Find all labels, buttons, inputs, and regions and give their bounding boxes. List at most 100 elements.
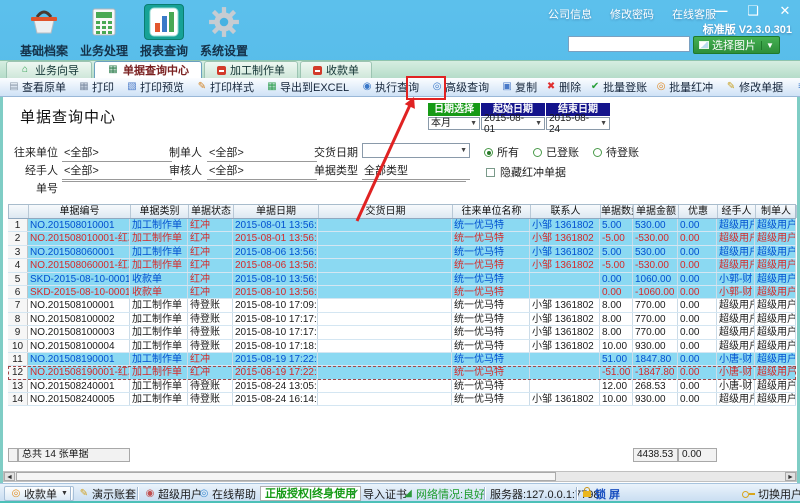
cell-bill-no[interactable]: NO.201508100002 [28,313,130,325]
cell-handler[interactable]: 超级用户 [717,299,755,311]
column-header[interactable] [9,205,29,218]
table-row[interactable]: 5 SKD-2015-08-10-0001 收款单 红冲 2015-08-10 … [8,273,796,286]
cell-bill-status[interactable]: 红冲 [188,259,233,271]
cell-bill-no[interactable]: SKD-2015-08-10-0001 [28,273,130,285]
cell-quantity[interactable]: 12.00 [600,380,633,392]
cell-bill-no[interactable]: NO.201508100004 [28,340,130,352]
cell-delivery-date[interactable] [318,366,452,378]
cell-delivery-date[interactable] [318,313,452,325]
column-header[interactable]: 往来单位名称 [453,205,531,218]
cell-amount[interactable]: -1060.00 [633,286,678,298]
cell-bill-status[interactable]: 待登账 [188,299,233,311]
cell-handler[interactable]: 超级用户 [717,219,755,231]
receipt-bill-button[interactable]: 收款单 ▼ [4,486,74,501]
tab-business-wizard[interactable]: 业务向导 [6,61,92,78]
column-header[interactable]: 单据编号 [29,205,131,218]
cell-partner[interactable]: 统一优马特 [452,353,530,365]
cell-partner[interactable]: 统一优马特 [452,246,530,258]
export-excel-button[interactable]: 导出到EXCEL [262,79,353,96]
cell-bill-type[interactable]: 加工制作单 [130,366,188,378]
cell-partner[interactable]: 统一优马特 [452,380,530,392]
column-header[interactable]: 单据类别 [131,205,189,218]
cell-maker[interactable]: 超级用户 [755,286,796,298]
cell-bill-status[interactable]: 待登账 [188,393,233,405]
cell-quantity[interactable]: -5.00 [600,232,633,244]
cell-bill-no[interactable]: NO.201508100003 [28,326,130,338]
cell-contact[interactable] [530,286,600,298]
cell-quantity[interactable]: 5.00 [600,219,633,231]
cell-maker[interactable]: 超级用户 [755,326,796,338]
cell-amount[interactable]: 770.00 [633,326,678,338]
nav-report-query[interactable]: 报表查询 [134,4,194,59]
cell-discount[interactable]: 0.00 [678,246,717,258]
cell-handler[interactable]: 超级用户 [717,232,755,244]
print-button[interactable]: 打印 [74,79,118,96]
chevron-down-icon[interactable]: ▼ [761,41,774,50]
cell-bill-status[interactable]: 红冲 [188,219,233,231]
cell-bill-status[interactable]: 待登账 [188,340,233,352]
cell-quantity[interactable]: 0.00 [600,286,633,298]
cell-bill-status[interactable]: 待登账 [188,326,233,338]
lock-screen-button[interactable]: 锁 屏 [583,486,620,501]
table-row[interactable]: 12 NO.201508190001-红冲 加工制作单 红冲 2015-08-1… [8,366,796,379]
cell-quantity[interactable]: -5.00 [600,259,633,271]
switch-user-button[interactable]: 切换用户 [742,486,800,501]
cell-bill-type[interactable]: 加工制作单 [130,313,188,325]
batch-post-button[interactable]: 批量登账 [585,79,651,96]
cell-partner[interactable]: 统一优马特 [452,273,530,285]
table-row[interactable]: 7 NO.201508100001 加工制作单 待登账 2015-08-10 1… [8,299,796,312]
cell-amount[interactable]: 268.53 [633,380,678,392]
cell-handler[interactable]: 超级用户 [717,340,755,352]
cell-bill-type[interactable]: 加工制作单 [130,246,188,258]
delivery-date-select[interactable]: ▼ [362,143,470,158]
cell-discount[interactable]: 0.00 [678,232,717,244]
cell-delivery-date[interactable] [318,232,452,244]
cell-bill-date[interactable]: 2015-08-06 13:56:17 [233,259,318,271]
radio-unposted[interactable]: 待登账 [593,144,639,160]
cell-amount[interactable]: 1060.00 [633,273,678,285]
cell-delivery-date[interactable] [318,259,452,271]
cell-maker[interactable]: 超级用户 [755,366,796,378]
cell-bill-no[interactable]: NO.201508010001-红冲 [28,232,130,244]
run-query-button[interactable]: 执行查询 [357,79,423,96]
cell-bill-date[interactable]: 2015-08-10 13:56:27 [233,273,318,285]
cell-handler[interactable]: 超级用户 [717,393,755,405]
cell-bill-type[interactable]: 加工制作单 [130,232,188,244]
cell-partner[interactable]: 统一优马特 [452,393,530,405]
close-tab-icon[interactable] [313,66,322,75]
cell-bill-date[interactable]: 2015-08-19 17:22:08 [233,353,318,365]
horizontal-scrollbar[interactable]: ◄ ► [3,471,797,482]
cell-bill-date[interactable]: 2015-08-19 17:22:08 [233,366,318,378]
tab-process-order[interactable]: 加工制作单 [204,61,298,78]
table-row[interactable]: 4 NO.201508060001-红冲 加工制作单 红冲 2015-08-06… [8,259,796,272]
cell-maker[interactable]: 超级用户 [755,246,796,258]
cell-discount[interactable]: 0.00 [678,393,717,405]
cell-bill-date[interactable]: 2015-08-06 13:56:17 [233,246,318,258]
cell-contact[interactable]: 小邹 1361802 [530,326,600,338]
cell-delivery-date[interactable] [318,326,452,338]
scroll-right-icon[interactable]: ► [785,472,796,481]
cell-bill-status[interactable]: 红冲 [188,273,233,285]
cell-handler[interactable]: 超级用户 [717,326,755,338]
cell-partner[interactable]: 统一优马特 [452,313,530,325]
cell-amount[interactable]: -1847.80 [633,366,678,378]
cell-partner[interactable]: 统一优马特 [452,232,530,244]
column-header[interactable]: 单据金额 [634,205,679,218]
cell-discount[interactable]: 0.00 [678,340,717,352]
table-row[interactable]: 13 NO.201508240001 加工制作单 待登账 2015-08-24 … [8,380,796,393]
cell-amount[interactable]: 530.00 [633,246,678,258]
cell-partner[interactable]: 统一优马特 [452,366,530,378]
cell-amount[interactable]: 770.00 [633,299,678,311]
cell-maker[interactable]: 超级用户 [755,340,796,352]
date-range-select[interactable]: 本月▼ [428,117,480,130]
column-header[interactable]: 优惠 [679,205,718,218]
cell-bill-status[interactable]: 红冲 [188,246,233,258]
cell-contact[interactable] [530,273,600,285]
cell-amount[interactable]: 770.00 [633,313,678,325]
cell-bill-status[interactable]: 待登账 [188,313,233,325]
cell-discount[interactable]: 0.00 [678,380,717,392]
cell-quantity[interactable]: 8.00 [600,299,633,311]
cell-delivery-date[interactable] [318,353,452,365]
cell-delivery-date[interactable] [318,380,452,392]
cell-bill-date[interactable]: 2015-08-10 17:09:57 [233,299,318,311]
